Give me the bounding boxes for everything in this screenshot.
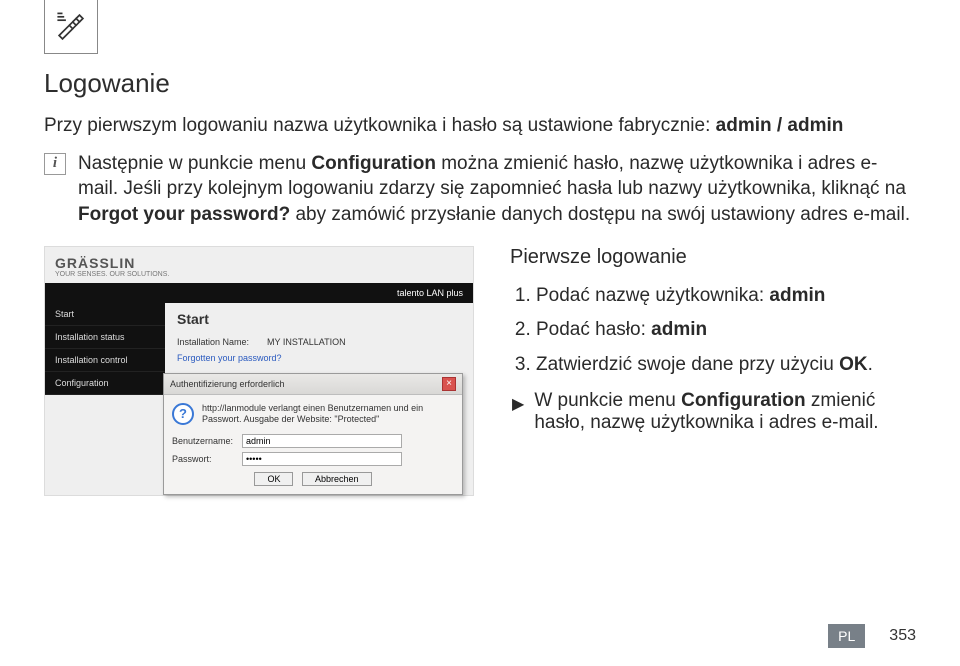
step2-bold: admin	[651, 319, 707, 340]
info-text: Następnie w punkcie menu Configuration m…	[78, 151, 916, 228]
intro-text: Przy pierwszym logowaniu nazwa użytkowni…	[44, 115, 716, 136]
cancel-button[interactable]: Abbrechen	[302, 472, 372, 486]
step3-text: Zatwierdzić swoje dane przy użyciu	[536, 354, 839, 375]
step1-text: Podać nazwę użytkownika:	[536, 285, 769, 306]
forgot-password-link[interactable]: Forgotten your password?	[177, 353, 461, 363]
close-icon[interactable]: ×	[442, 377, 456, 391]
step1-bold: admin	[769, 285, 825, 306]
installation-label: Installation Name:	[177, 337, 249, 347]
right-column: Pierwsze logowanie Podać nazwę użytkowni…	[510, 246, 916, 496]
lower-row: GRÄSSLIN YOUR SENSES. OUR SOLUTIONS. tal…	[44, 246, 916, 496]
step-2: Podać hasło: admin	[536, 317, 916, 344]
auth-dialog: Authentifizierung erforderlich × ? http:…	[163, 373, 463, 495]
product-name: talento LAN plus	[397, 288, 463, 298]
step3-bold: OK	[839, 354, 868, 375]
intro-credentials: admin / admin	[716, 115, 844, 136]
note-b: Configuration	[681, 390, 806, 411]
sidebar-item-config[interactable]: Configuration	[45, 372, 165, 395]
note-a: W punkcie menu	[534, 390, 681, 411]
password-label: Passwort:	[172, 454, 236, 464]
footer: PL 353	[828, 624, 916, 648]
info-seg-a: Następnie w punkcie menu	[78, 153, 311, 174]
brand-logo: GRÄSSLIN	[55, 255, 135, 271]
step3-dot: .	[868, 354, 873, 375]
right-heading: Pierwsze logowanie	[510, 246, 916, 269]
info-icon: i	[44, 153, 66, 175]
panel-heading: Start	[177, 311, 461, 327]
sidebar-item-start[interactable]: Start	[45, 303, 165, 326]
intro-line: Przy pierwszym logowaniu nazwa użytkowni…	[44, 113, 916, 139]
sidebar-item-status[interactable]: Installation status	[45, 326, 165, 349]
language-badge: PL	[828, 624, 865, 648]
username-input[interactable]	[242, 434, 402, 448]
brand-tagline: YOUR SENSES. OUR SOLUTIONS.	[55, 271, 169, 278]
username-label: Benutzername:	[172, 436, 236, 446]
step-1: Podać nazwę użytkownika: admin	[536, 283, 916, 310]
page-title: Logowanie	[44, 68, 916, 99]
main-panel: Start Installation Name: MY INSTALLATION…	[165, 303, 473, 371]
installation-value: MY INSTALLATION	[267, 337, 346, 347]
ok-button[interactable]: OK	[254, 472, 293, 486]
arrow-icon: ▶	[512, 394, 524, 414]
info-seg-b: Configuration	[311, 153, 436, 174]
step2-text: Podać hasło:	[536, 319, 651, 340]
info-seg-d: Forgot your password?	[78, 204, 290, 225]
steps-list: Podać nazwę użytkownika: admin Podać has…	[510, 283, 916, 379]
sidebar-item-control[interactable]: Installation control	[45, 349, 165, 372]
question-icon: ?	[172, 403, 194, 425]
note-row: ▶ W punkcie menu Configuration zmienić h…	[510, 390, 916, 434]
embedded-screenshot: GRÄSSLIN YOUR SENSES. OUR SOLUTIONS. tal…	[44, 246, 474, 496]
product-bar: talento LAN plus	[45, 283, 473, 303]
hand-icon	[44, 0, 98, 54]
document-page: Logowanie Przy pierwszym logowaniu nazwa…	[0, 0, 960, 666]
step-3: Zatwierdzić swoje dane przy użyciu OK.	[536, 352, 916, 379]
info-seg-e: aby zamówić przysłanie danych dostępu na…	[290, 204, 910, 225]
nav-sidebar: Start Installation status Installation c…	[45, 303, 165, 395]
dialog-title: Authentifizierung erforderlich	[170, 379, 285, 389]
page-number: 353	[889, 627, 916, 645]
dialog-titlebar: Authentifizierung erforderlich ×	[164, 374, 462, 395]
note-text: W punkcie menu Configuration zmienić has…	[534, 390, 916, 434]
info-block: i Następnie w punkcie menu Configuration…	[44, 151, 916, 228]
password-input[interactable]	[242, 452, 402, 466]
dialog-message: http://lanmodule verlangt einen Benutzer…	[202, 403, 454, 426]
